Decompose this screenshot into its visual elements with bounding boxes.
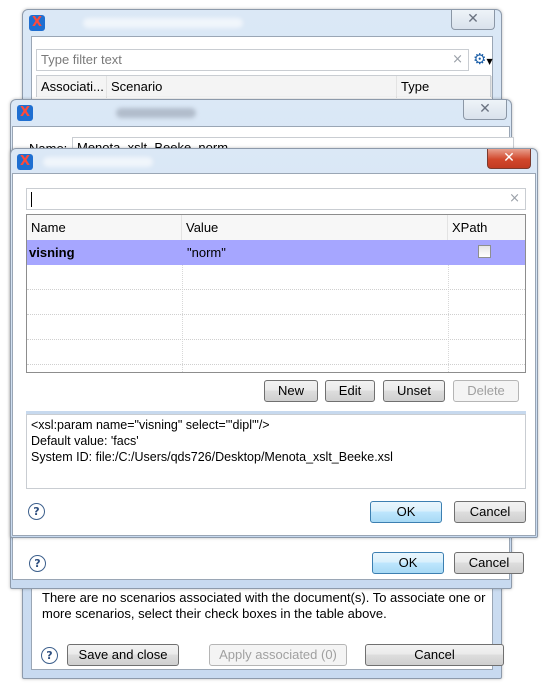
help-icon[interactable]: ? [29, 555, 46, 572]
apply-associated-button: Apply associated (0) [209, 644, 347, 666]
text-cursor [31, 192, 32, 207]
column-type[interactable]: Type [397, 76, 492, 98]
cancel-button[interactable]: Cancel [365, 644, 504, 666]
window-title [83, 18, 243, 28]
scenario-table-header: Associati... Scenario Type [36, 75, 492, 98]
no-scenarios-message-line2: more scenarios, select their check boxes… [42, 606, 387, 621]
help-icon[interactable]: ? [41, 647, 58, 664]
edit-button[interactable]: Edit [325, 380, 375, 402]
xpath-checkbox[interactable] [478, 245, 491, 258]
unset-button[interactable]: Unset [383, 380, 445, 402]
delete-button: Delete [453, 380, 519, 402]
param-value: "norm" [187, 245, 226, 260]
column-associated[interactable]: Associati... [37, 76, 107, 98]
help-icon[interactable]: ? [28, 503, 45, 520]
oxygen-app-icon: X [29, 15, 45, 31]
info-param-declaration: <xsl:param name="visning" select="'dipl'… [31, 418, 270, 432]
close-button[interactable]: ✕ [463, 100, 507, 120]
window-title [43, 157, 153, 167]
oxygen-app-icon: X [17, 105, 33, 121]
parameter-info-area: <xsl:param name="visning" select="'dipl'… [26, 414, 526, 489]
parameter-filter-input[interactable]: × [26, 188, 526, 210]
settings-gear-icon[interactable]: ⚙▼ [473, 51, 493, 70]
cancel-button[interactable]: Cancel [454, 552, 524, 574]
cancel-button[interactable]: Cancel [454, 501, 526, 523]
empty-row [27, 315, 525, 340]
clear-filter-icon[interactable]: × [452, 52, 463, 67]
empty-row [27, 265, 525, 290]
info-default-value: Default value: 'facs' [31, 434, 139, 448]
info-system-id: System ID: file:/C:/Users/qds726/Desktop… [31, 450, 393, 464]
dialog-body: × Name Value XPath visning "norm" New Ed… [12, 173, 536, 536]
filter-input[interactable]: Type filter text × [36, 49, 469, 71]
window-title [116, 108, 196, 118]
parameters-table: Name Value XPath visning "norm" [26, 214, 526, 373]
save-and-close-button[interactable]: Save and close [67, 644, 179, 666]
clear-filter-icon[interactable]: × [509, 191, 520, 206]
new-button[interactable]: New [264, 380, 318, 402]
no-scenarios-message-line1: There are no scenarios associated with t… [42, 590, 486, 605]
title-bar: X ✕ [11, 149, 537, 175]
empty-row [27, 290, 525, 315]
column-name[interactable]: Name [27, 215, 182, 240]
title-bar: X ✕ [23, 10, 501, 36]
oxygen-app-icon: X [17, 154, 33, 170]
close-button[interactable]: ✕ [451, 10, 495, 30]
filter-placeholder: Type filter text [41, 52, 122, 67]
ok-button[interactable]: OK [370, 501, 442, 523]
empty-row [27, 340, 525, 365]
configure-parameters-dialog: X ✕ × Name Value XPath visning "norm" Ne… [10, 148, 538, 538]
column-xpath[interactable]: XPath [448, 215, 525, 240]
param-name: visning [29, 245, 75, 260]
close-button[interactable]: ✕ [487, 149, 531, 169]
table-row[interactable]: visning "norm" [27, 240, 525, 265]
ok-button[interactable]: OK [372, 552, 444, 574]
column-value[interactable]: Value [182, 215, 448, 240]
column-scenario[interactable]: Scenario [107, 76, 397, 98]
title-bar: X ✕ [11, 100, 511, 126]
table-header: Name Value XPath [27, 215, 525, 240]
